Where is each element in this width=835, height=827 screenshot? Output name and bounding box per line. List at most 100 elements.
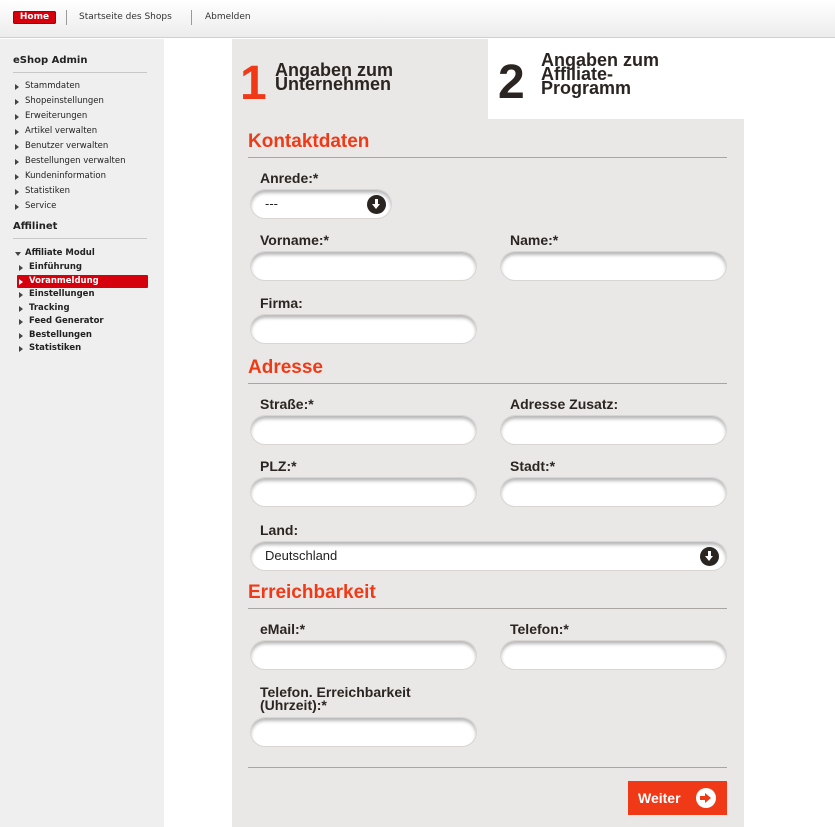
triangle-right-icon [15, 99, 19, 105]
chevron-down-icon [700, 547, 719, 566]
sidebar-item-artikel[interactable]: Artikel verwalten [13, 124, 126, 139]
sidebar-item-feed-generator[interactable]: Feed Generator [17, 315, 148, 329]
triangle-right-icon [19, 319, 23, 325]
divider [66, 10, 67, 25]
sidebar-item-service[interactable]: Service [13, 199, 126, 214]
company-field[interactable] [250, 314, 477, 344]
country-select[interactable]: Deutschland [250, 541, 727, 571]
section-title-address: Adresse [248, 357, 323, 378]
divider [191, 10, 192, 25]
sidebar: eShop Admin Stammdaten Shopeinstellungen… [0, 39, 164, 827]
triangle-right-icon [19, 346, 23, 352]
sidebar-item-shopeinstellungen[interactable]: Shopeinstellungen [13, 94, 126, 109]
step-label: Angaben zum Affiliate- Programm [541, 50, 660, 98]
sidebar-item-stammdaten[interactable]: Stammdaten [13, 79, 126, 94]
triangle-right-icon [15, 114, 19, 120]
triangle-right-icon [15, 144, 19, 150]
divider [248, 383, 727, 384]
sidebar-item-voranmeldung[interactable]: Voranmeldung [17, 274, 148, 288]
sidebar-item-label: Einführung [29, 262, 82, 272]
registration-form: 1 Angaben zum Unternehmen 2 Angaben zum … [232, 39, 744, 827]
home-button[interactable]: Home [13, 11, 56, 24]
sidebar-item-label: Statistiken [29, 343, 82, 353]
sidebar-item-statistiken[interactable]: Statistiken [13, 184, 126, 199]
phone-field[interactable] [500, 640, 727, 670]
sidebar-item-label: Artikel verwalten [25, 126, 98, 136]
email-field[interactable] [250, 640, 477, 670]
city-label: Stadt:* [510, 458, 556, 474]
sidebar-item-einfuehrung[interactable]: Einführung [17, 261, 148, 275]
sidebar-item-label: Erweiterungen [25, 111, 88, 121]
triangle-right-icon [15, 174, 19, 180]
sidebar-item-label: Bestellungen verwalten [25, 156, 126, 166]
step-label: Angaben zum Unternehmen [275, 60, 394, 94]
divider [248, 608, 727, 609]
sidebar-item-einstellungen[interactable]: Einstellungen [17, 288, 148, 302]
step-1-tab: 1 Angaben zum Unternehmen [232, 39, 488, 119]
sidebar-item-label: Feed Generator [29, 316, 104, 326]
eshop-menu: Stammdaten Shopeinstellungen Erweiterung… [13, 79, 126, 214]
triangle-right-icon [19, 305, 23, 312]
triangle-right-icon [15, 159, 19, 165]
country-label: Land: [260, 522, 299, 538]
salutation-value: --- [265, 196, 278, 211]
sidebar-item-benutzer[interactable]: Benutzer verwalten [13, 139, 126, 154]
affiliate-menu: Einführung Voranmeldung Einstellungen Tr… [17, 261, 148, 356]
logout-link[interactable]: Abmelden [205, 12, 251, 22]
name-label: Name:* [510, 232, 559, 248]
divider [248, 157, 727, 158]
city-field[interactable] [500, 477, 727, 507]
arrow-right-icon [696, 788, 716, 808]
divider [248, 767, 727, 768]
next-button[interactable]: Weiter [628, 781, 727, 815]
zip-field[interactable] [250, 477, 477, 507]
salutation-label: Anrede:* [260, 170, 319, 186]
triangle-right-icon [15, 129, 19, 135]
sidebar-item-statistiken-affiliate[interactable]: Statistiken [17, 342, 148, 356]
sidebar-module-label: Affiliate Modul [25, 248, 95, 258]
section-title-contact: Kontaktdaten [248, 131, 370, 152]
sidebar-item-label: Statistiken [25, 186, 70, 196]
sidebar-item-label: Benutzer verwalten [25, 141, 109, 151]
phone-label: Telefon:* [510, 621, 569, 637]
address-extra-label: Adresse Zusatz: [510, 396, 619, 412]
sidebar-module-affiliate[interactable]: Affiliate Modul [13, 248, 95, 258]
phone-time-label: Telefon. Erreichbarkeit (Uhrzeit):* [260, 684, 411, 713]
sidebar-item-erweiterungen[interactable]: Erweiterungen [13, 109, 126, 124]
triangle-right-icon [19, 265, 23, 271]
chevron-down-icon [367, 195, 386, 214]
sidebar-item-bestellungen[interactable]: Bestellungen verwalten [13, 154, 126, 169]
zip-label: PLZ:* [260, 458, 297, 474]
shop-home-link[interactable]: Startseite des Shops [79, 12, 172, 22]
triangle-down-icon [15, 252, 21, 256]
sidebar-item-label: Bestellungen [29, 329, 92, 340]
salutation-select[interactable]: --- [250, 189, 392, 219]
sidebar-item-label: Service [25, 201, 57, 211]
sidebar-item-bestellungen-affiliate[interactable]: Bestellungen [17, 329, 148, 343]
step-2-tab: 2 Angaben zum Affiliate- Programm [488, 39, 744, 119]
step-number: 2 [498, 56, 525, 109]
address-extra-field[interactable] [500, 415, 727, 445]
divider [13, 238, 147, 239]
sidebar-item-label: Voranmeldung [29, 275, 99, 286]
firstname-label: Vorname:* [260, 232, 329, 248]
sidebar-title-eshop: eShop Admin [13, 55, 88, 66]
triangle-right-icon [15, 204, 19, 210]
triangle-right-icon [19, 332, 23, 339]
sidebar-item-label: Kundeninformation [25, 171, 106, 181]
sidebar-item-kundeninformation[interactable]: Kundeninformation [13, 169, 126, 184]
divider [13, 72, 147, 73]
street-field[interactable] [250, 415, 477, 445]
sidebar-item-tracking[interactable]: Tracking [17, 302, 148, 316]
email-label: eMail:* [260, 621, 306, 637]
phone-time-field[interactable] [250, 717, 477, 747]
sidebar-item-label: Einstellungen [29, 289, 95, 299]
sidebar-title-affilinet: Affilinet [13, 221, 58, 232]
triangle-right-icon [19, 292, 23, 298]
triangle-right-icon [15, 84, 19, 90]
step-number: 1 [240, 57, 267, 110]
name-field[interactable] [500, 251, 727, 281]
sidebar-item-label: Shopeinstellungen [25, 96, 104, 106]
triangle-right-icon [15, 189, 19, 195]
firstname-field[interactable] [250, 251, 477, 281]
